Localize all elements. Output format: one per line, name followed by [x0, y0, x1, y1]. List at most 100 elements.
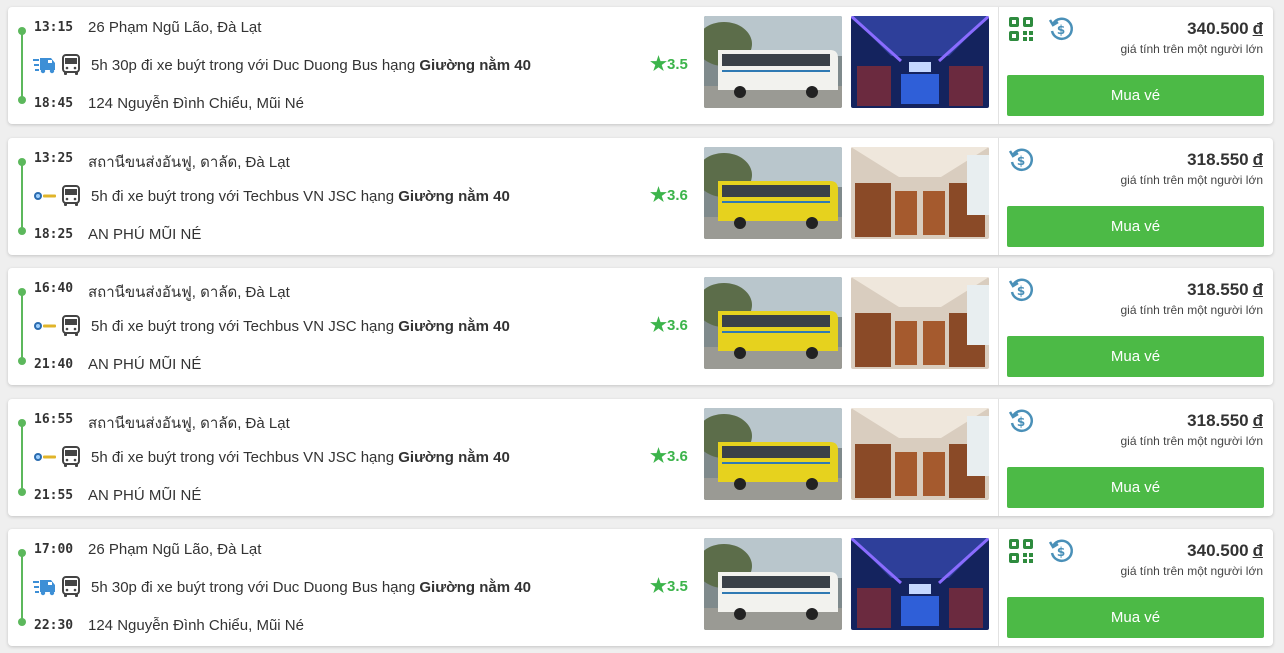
currency-symbol: đ: [1252, 541, 1263, 560]
operator-rating[interactable]: ★3.5: [650, 575, 688, 598]
departure-stop: 26 Phạm Ngũ Lão, Đà Lạt: [88, 19, 262, 36]
ticket-price: 318.550 đ: [1187, 150, 1263, 170]
trip-description: 5h đi xe buýt trong với Techbus VN JSC h…: [91, 318, 510, 335]
trip-card[interactable]: 16:55 สถานีขนส่งอันฟู, ดาลัด, Đà Lạt 5h đi…: [8, 399, 1273, 516]
trip-description: 5h 30p đi xe buýt trong với Duc Duong Bu…: [91, 579, 531, 596]
arrival-time: 18:45: [34, 96, 74, 111]
ticket-price: 340.500 đ: [1187, 19, 1263, 39]
star-icon: ★: [650, 315, 668, 336]
route-timeline: [18, 288, 26, 365]
refund-icon: $: [1048, 16, 1074, 44]
rating-value: 3.5: [667, 578, 688, 595]
arrival-dot: [18, 357, 26, 365]
departure-stop: สถานีขนส่งอันฟู, ดาลัด, Đà Lạt: [88, 415, 290, 432]
bus-icon: [61, 54, 81, 76]
buy-ticket-button[interactable]: Mua vé: [1007, 467, 1264, 508]
trip-card[interactable]: 13:25 สถานีขนส่งอันฟู, ดาลัด, Đà Lạt 5h đi…: [8, 138, 1273, 255]
price-note: giá tính trên một người lớn: [1120, 564, 1263, 578]
qr-code-icon: [1008, 538, 1034, 566]
operator-rating[interactable]: ★3.5: [650, 53, 688, 76]
price-amount: 340.500: [1187, 541, 1249, 560]
currency-symbol: đ: [1252, 150, 1263, 169]
bus-interior-photo[interactable]: [851, 147, 989, 239]
departure-stop: สถานีขนส่งอันฟู, ดาลัด, Đà Lạt: [88, 154, 290, 171]
timeline-line: [21, 31, 23, 101]
trip-card[interactable]: 13:15 26 Phạm Ngũ Lão, Đà Lạt 5h 30p đi xe…: [8, 7, 1273, 124]
trip-card[interactable]: 16:40 สถานีขนส่งอันฟู, ดาลัด, Đà Lạt 5h đi…: [8, 268, 1273, 385]
departure-dot: [18, 158, 26, 166]
departure-time: 16:55: [34, 412, 74, 427]
svg-text:$: $: [1017, 415, 1025, 429]
departure-dot: [18, 288, 26, 296]
arrival-stop: AN PHÚ MŨI NÉ: [88, 226, 202, 243]
bus-icon: [61, 576, 81, 598]
departure-stop: สถานีขนส่งอันฟู, ดาลัด, Đà Lạt: [88, 284, 290, 301]
trip-duration-operator: 5h đi xe buýt trong với Techbus VN JSC h…: [91, 318, 399, 335]
arrival-dot: [18, 227, 26, 235]
svg-text:$: $: [1017, 154, 1025, 168]
bus-exterior-photo[interactable]: [704, 408, 842, 500]
price-amount: 340.500: [1187, 19, 1249, 38]
bus-interior-photo[interactable]: [851, 277, 989, 369]
seat-class: Giường nằm 40: [419, 57, 531, 74]
card-divider: [998, 138, 999, 255]
card-divider: [998, 399, 999, 516]
seat-class: Giường nằm 40: [398, 318, 510, 335]
star-icon: ★: [650, 576, 668, 597]
bus-icon: [61, 446, 81, 468]
bus-interior-photo[interactable]: [851, 408, 989, 500]
currency-symbol: đ: [1252, 280, 1263, 299]
bus-icon: [61, 185, 81, 207]
buy-ticket-button[interactable]: Mua vé: [1007, 206, 1264, 247]
card-divider: [998, 529, 999, 646]
buy-ticket-button[interactable]: Mua vé: [1007, 597, 1264, 638]
route-timeline: [18, 419, 26, 496]
operator-rating[interactable]: ★3.6: [650, 445, 688, 468]
fast-bus-icon: [33, 55, 57, 75]
ticket-price: 318.550 đ: [1187, 280, 1263, 300]
bus-interior-photo[interactable]: [851, 16, 989, 108]
price-note: giá tính trên một người lớn: [1120, 303, 1263, 317]
operator-rating[interactable]: ★3.6: [650, 184, 688, 207]
timeline-line: [21, 423, 23, 493]
bus-exterior-photo[interactable]: [704, 277, 842, 369]
price-note: giá tính trên một người lớn: [1120, 434, 1263, 448]
bus-exterior-photo[interactable]: [704, 16, 842, 108]
svg-text:$: $: [1057, 545, 1065, 559]
bus-exterior-photo[interactable]: [704, 147, 842, 239]
rating-value: 3.6: [667, 317, 688, 334]
refund-icon: $: [1008, 408, 1034, 436]
departure-stop: 26 Phạm Ngũ Lão, Đà Lạt: [88, 541, 262, 558]
trip-description: 5h 30p đi xe buýt trong với Duc Duong Bu…: [91, 57, 531, 74]
arrival-dot: [18, 488, 26, 496]
star-icon: ★: [650, 185, 668, 206]
buy-ticket-button[interactable]: Mua vé: [1007, 336, 1264, 377]
currency-symbol: đ: [1252, 19, 1263, 38]
qr-code-icon: [1008, 16, 1034, 44]
departure-dot: [18, 419, 26, 427]
rating-value: 3.6: [667, 448, 688, 465]
timeline-line: [21, 553, 23, 623]
arrival-time: 22:30: [34, 618, 74, 633]
bus-exterior-photo[interactable]: [704, 538, 842, 630]
timeline-line: [21, 162, 23, 232]
buy-ticket-button[interactable]: Mua vé: [1007, 75, 1264, 116]
route-timeline: [18, 158, 26, 235]
bus-interior-photo[interactable]: [851, 538, 989, 630]
trip-card[interactable]: 17:00 26 Phạm Ngũ Lão, Đà Lạt 5h 30p đi xe…: [8, 529, 1273, 646]
departure-time: 17:00: [34, 542, 74, 557]
operator-rating[interactable]: ★3.6: [650, 314, 688, 337]
trip-description: 5h đi xe buýt trong với Techbus VN JSC h…: [91, 188, 510, 205]
seat-class: Giường nằm 40: [398, 449, 510, 466]
route-timeline: [18, 549, 26, 626]
fast-bus-icon: [33, 577, 57, 597]
trip-duration-operator: 5h 30p đi xe buýt trong với Duc Duong Bu…: [91, 579, 420, 596]
seat-class: Giường nằm 40: [419, 579, 531, 596]
price-amount: 318.550: [1187, 280, 1249, 299]
departure-dot: [18, 549, 26, 557]
star-icon: ★: [650, 446, 668, 467]
refund-icon: $: [1008, 147, 1034, 175]
trip-description: 5h đi xe buýt trong với Techbus VN JSC h…: [91, 449, 510, 466]
trip-duration-operator: 5h đi xe buýt trong với Techbus VN JSC h…: [91, 449, 399, 466]
arrival-time: 21:40: [34, 357, 74, 372]
